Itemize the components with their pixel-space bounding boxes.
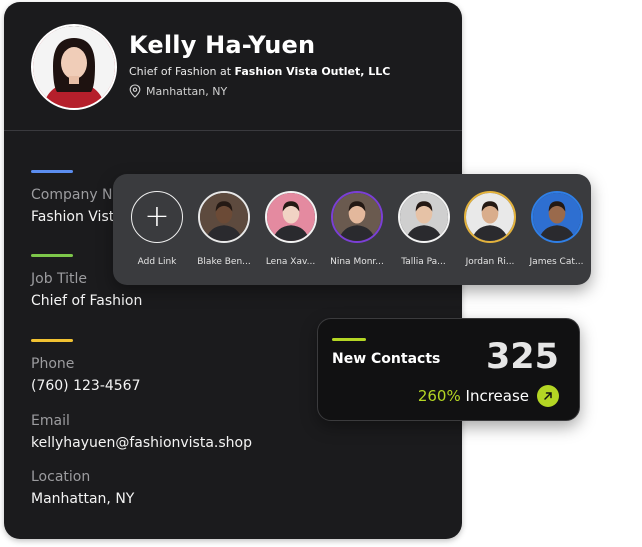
contact-photo-icon <box>333 193 381 241</box>
field-location: Location Manhattan, NY <box>31 469 134 507</box>
field-value: (760) 123-4567 <box>31 378 141 394</box>
stats-percent: 260% <box>417 387 461 405</box>
field-phone: Phone (760) 123-4567 <box>31 339 141 394</box>
field-value: Chief of Fashion <box>31 293 143 309</box>
contact-avatar[interactable] <box>331 191 383 243</box>
contact-name: James Cat... <box>529 257 584 267</box>
field-email: Email kellyhayuen@fashionvista.shop <box>31 413 252 451</box>
stats-title: New Contacts <box>332 351 441 367</box>
contact-photo-icon <box>466 193 514 241</box>
contact-photo-icon <box>399 193 448 241</box>
contact-item[interactable]: Nina Monr... <box>326 191 388 267</box>
accent-bar <box>31 339 73 342</box>
location-pin-icon <box>129 84 141 98</box>
field-label: Email <box>31 413 70 429</box>
accent-bar <box>31 254 73 257</box>
profile-location-text: Manhattan, NY <box>146 84 228 98</box>
contact-avatar[interactable] <box>464 191 516 243</box>
stats-increase: 260% Increase <box>418 385 559 407</box>
profile-role: Chief of Fashion at Fashion Vista Outlet… <box>129 65 390 78</box>
contact-name: Tallia Pa... <box>401 257 446 267</box>
contact-item[interactable]: Blake Ben... <box>193 191 255 267</box>
field-value: Manhattan, NY <box>31 491 135 507</box>
add-link-label: Add Link <box>137 257 177 267</box>
stats-increase-label: Increase <box>465 387 529 405</box>
contact-item[interactable]: James Cat... <box>526 191 588 267</box>
profile-avatar <box>31 24 117 110</box>
profile-name: Kelly Ha-Yuen <box>129 31 316 59</box>
add-link-button[interactable]: + Add Link <box>126 191 188 267</box>
contact-photo-icon <box>200 193 248 241</box>
profile-photo-icon <box>33 26 115 108</box>
contact-avatar[interactable] <box>397 191 450 243</box>
stats-value: 325 <box>485 337 559 377</box>
field-label: Phone <box>31 356 75 372</box>
field-label: Company N <box>31 187 113 203</box>
plus-icon: + <box>144 199 170 234</box>
field-label: Location <box>31 469 91 485</box>
contact-name: Lena Xav... <box>265 257 316 267</box>
contact-item[interactable]: Jordan Ri... <box>459 191 521 267</box>
contacts-strip: + Add Link Blake Ben... Lena Xav... Nina M… <box>113 174 591 285</box>
contact-name: Blake Ben... <box>197 257 251 267</box>
arrow-up-right-icon[interactable] <box>537 385 559 407</box>
contact-item[interactable]: Tallia Pa... <box>393 191 455 267</box>
new-contacts-card: New Contacts 325 260% Increase <box>317 318 580 421</box>
profile-location: Manhattan, NY <box>129 84 227 98</box>
contact-avatar[interactable] <box>530 191 583 243</box>
contact-item[interactable]: Lena Xav... <box>260 191 322 267</box>
role-company: Fashion Vista Outlet, LLC <box>234 65 391 78</box>
profile-header: Kelly Ha-Yuen Chief of Fashion at Fashio… <box>4 2 462 131</box>
add-link-circle[interactable]: + <box>131 191 183 243</box>
stage: Kelly Ha-Yuen Chief of Fashion at Fashio… <box>0 0 642 547</box>
accent-bar <box>31 170 73 173</box>
field-value: kellyhayuen@fashionvista.shop <box>31 435 252 451</box>
contact-avatar[interactable] <box>264 191 317 243</box>
stats-accent-bar <box>332 338 366 341</box>
contact-name: Nina Monr... <box>330 257 384 267</box>
field-value: Fashion Vist <box>31 209 115 225</box>
contact-name: Jordan Ri... <box>465 257 515 267</box>
field-company: Company N Fashion Vist <box>31 170 114 225</box>
contact-photo-icon <box>532 193 581 241</box>
contact-photo-icon <box>266 193 315 241</box>
role-prefix: Chief of Fashion at <box>129 65 232 78</box>
contact-avatar[interactable] <box>198 191 250 243</box>
